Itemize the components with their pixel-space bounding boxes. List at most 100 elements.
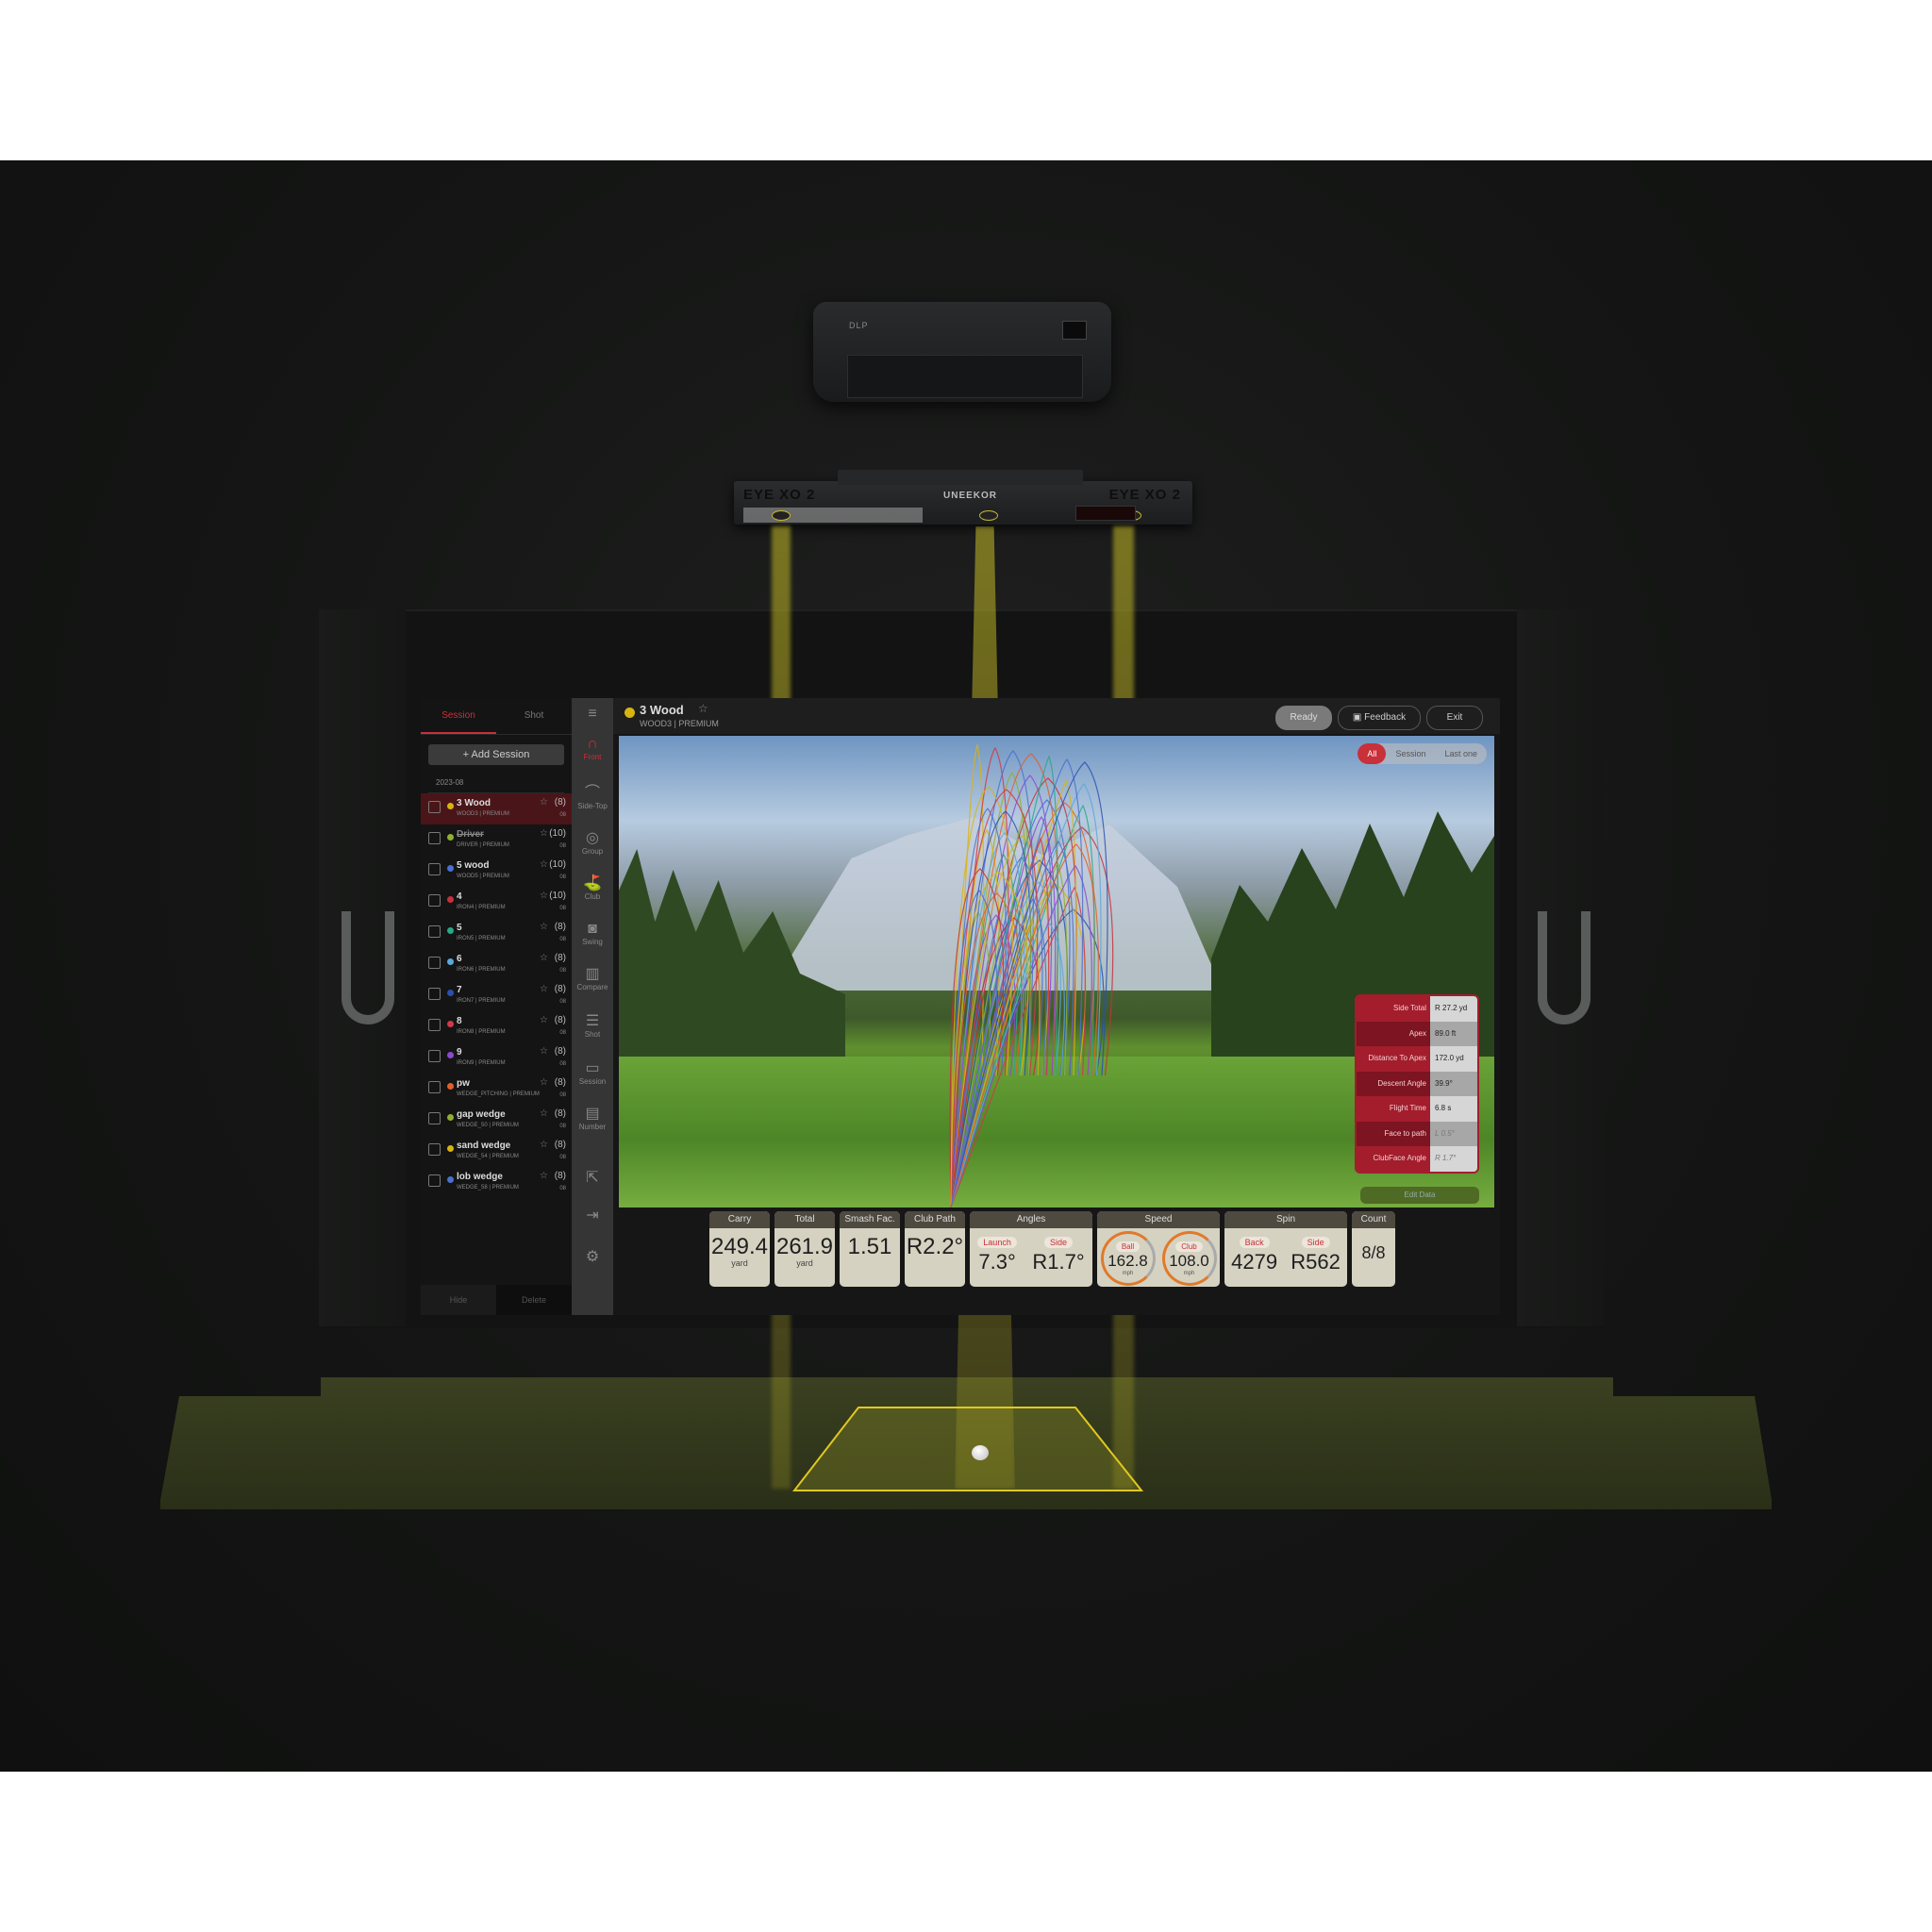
- rail-item-shot[interactable]: ☰ Shot: [572, 1013, 613, 1039]
- favorite-star-icon[interactable]: ☆: [540, 1015, 548, 1025]
- rail-item-side-top[interactable]: ⌒ Side-Top: [572, 785, 613, 810]
- club-subtitle: WOOD3 | PREMIUM: [640, 719, 719, 728]
- favorite-star-icon[interactable]: ☆: [540, 1077, 548, 1088]
- club-label: Club: [1175, 1241, 1203, 1252]
- rail-item-session[interactable]: ▭ Session: [572, 1060, 613, 1086]
- club-list-item[interactable]: 3 Wood WOOD3 | PREMIUM ☆ (8) 08: [421, 793, 572, 824]
- exit-button[interactable]: Exit: [1426, 706, 1483, 730]
- select-checkbox[interactable]: [428, 957, 441, 969]
- select-checkbox[interactable]: [428, 1143, 441, 1156]
- club-list-item[interactable]: 7 IRON7 | PREMIUM ☆ (8) 08: [421, 980, 572, 1011]
- rail-item-number[interactable]: ▤ Number: [572, 1106, 613, 1131]
- club-name: sand wedge: [457, 1141, 511, 1151]
- select-checkbox[interactable]: [428, 1019, 441, 1031]
- rail-item-export[interactable]: ⇱: [572, 1170, 613, 1187]
- select-checkbox[interactable]: [428, 832, 441, 844]
- shot-detail-row: Side Total R 27.2 yd: [1357, 996, 1477, 1022]
- mount-bracket: [838, 470, 1083, 485]
- club-list-item[interactable]: 9 IRON9 | PREMIUM ☆ (8) 08: [421, 1042, 572, 1074]
- count-value: 8/8: [1361, 1243, 1386, 1262]
- favorite-star-icon[interactable]: ☆: [540, 828, 548, 839]
- rail-item-club[interactable]: ⛳ Club: [572, 875, 613, 901]
- rail-item-import[interactable]: ⇥: [572, 1208, 613, 1224]
- ready-button[interactable]: Ready: [1275, 706, 1332, 730]
- favorite-star-icon[interactable]: ☆: [540, 1140, 548, 1150]
- rail-item-group[interactable]: ◎ Group: [572, 830, 613, 856]
- session-day: 08: [559, 968, 566, 974]
- metric-speed: Speed Ball 162.8 mph Club 108.0 mph: [1097, 1211, 1220, 1287]
- select-checkbox[interactable]: [428, 894, 441, 907]
- filter-session[interactable]: Session: [1386, 743, 1435, 764]
- club-list-item[interactable]: pw WEDGE_PITCHING | PREMIUM ☆ (8) 08: [421, 1074, 572, 1105]
- metric-angles: Angles Launch 7.3° Side R1.7°: [970, 1211, 1092, 1287]
- favorite-star-icon[interactable]: ☆: [540, 953, 548, 963]
- club-name: 8: [457, 1016, 462, 1026]
- select-checkbox[interactable]: [428, 1112, 441, 1124]
- rail-item-compare[interactable]: ▥ Compare: [572, 966, 613, 991]
- favorite-star-icon[interactable]: ☆: [540, 984, 548, 994]
- shot-count: (8): [554, 797, 566, 808]
- club-list-item[interactable]: 6 IRON6 | PREMIUM ☆ (8) 08: [421, 949, 572, 980]
- left-side-panel: [319, 609, 406, 1326]
- session-day: 08: [559, 874, 566, 880]
- select-checkbox[interactable]: [428, 1081, 441, 1093]
- detail-value: 39.9°: [1430, 1071, 1477, 1096]
- favorite-star-icon[interactable]: ☆: [540, 891, 548, 901]
- club-color-dot: [447, 896, 454, 903]
- favorite-star-icon[interactable]: ☆: [540, 859, 548, 870]
- feedback-button[interactable]: ▣ Feedback: [1338, 706, 1421, 730]
- rail-item-front[interactable]: ∩ Front: [572, 736, 613, 761]
- select-checkbox[interactable]: [428, 1050, 441, 1062]
- metrics-bar: Carry 249.4 yard Total 261.9 yard Smash …: [709, 1211, 1395, 1287]
- range-view[interactable]: All Session Last one Side Total R 27.2 yd…: [619, 736, 1494, 1208]
- favorite-star-icon[interactable]: ☆: [540, 797, 548, 808]
- select-checkbox[interactable]: [428, 1174, 441, 1187]
- club-name: 9: [457, 1047, 462, 1058]
- detail-label: Descent Angle: [1357, 1071, 1430, 1096]
- number-icon: ▤: [585, 1106, 600, 1122]
- side-angle-label: Side: [1044, 1237, 1074, 1248]
- detail-label: Distance To Apex: [1357, 1046, 1430, 1072]
- rail-label: Side-Top: [577, 802, 608, 810]
- club-list-item[interactable]: 4 IRON4 | PREMIUM ☆ (10) 08: [421, 887, 572, 918]
- filter-last-one[interactable]: Last one: [1435, 743, 1487, 764]
- metric-count: Count 8/8: [1352, 1211, 1395, 1287]
- club-list-item[interactable]: sand wedge WEDGE_54 | PREMIUM ☆ (8) 08: [421, 1136, 572, 1167]
- rail-label: Shot: [584, 1030, 601, 1039]
- club-speed-unit: mph: [1183, 1270, 1195, 1276]
- club-list-item[interactable]: 5 wood WOOD5 | PREMIUM ☆ (10) 08: [421, 856, 572, 887]
- club-list-item[interactable]: Driver DRIVER | PREMIUM ☆ (10) 08: [421, 824, 572, 856]
- rail-item-gear[interactable]: ⚙: [572, 1249, 613, 1266]
- club-list-item[interactable]: 5 IRON5 | PREMIUM ☆ (8) 08: [421, 918, 572, 949]
- tab-session[interactable]: Session: [421, 698, 496, 734]
- favorite-star-icon[interactable]: ☆: [540, 1171, 548, 1181]
- select-checkbox[interactable]: [428, 801, 441, 813]
- club-list-item[interactable]: lob wedge WEDGE_58 | PREMIUM ☆ (8) 08: [421, 1167, 572, 1198]
- rail-label: Club: [584, 892, 601, 901]
- favorite-star-icon[interactable]: ☆: [540, 922, 548, 932]
- club-color-dot: [447, 1176, 454, 1183]
- detail-label: Apex: [1357, 1021, 1430, 1046]
- rail-item-swing[interactable]: ◙ Swing: [572, 921, 613, 946]
- club-list-item[interactable]: gap wedge WEDGE_50 | PREMIUM ☆ (8) 08: [421, 1105, 572, 1136]
- shot-detail-row: Flight Time 6.8 s: [1357, 1096, 1477, 1122]
- club-color-dot: [625, 708, 635, 718]
- favorite-star-icon[interactable]: ☆: [540, 1046, 548, 1057]
- session-day: 08: [559, 1030, 566, 1036]
- select-checkbox[interactable]: [428, 863, 441, 875]
- golf-ball: [972, 1445, 989, 1460]
- detail-value: 6.8 s: [1430, 1096, 1477, 1122]
- select-checkbox[interactable]: [428, 988, 441, 1000]
- club-list-item[interactable]: 8 IRON8 | PREMIUM ☆ (8) 08: [421, 1011, 572, 1042]
- favorite-star-icon[interactable]: ☆: [698, 702, 708, 715]
- rail-item-menu[interactable]: ≡: [572, 706, 613, 723]
- favorite-star-icon[interactable]: ☆: [540, 1108, 548, 1119]
- select-checkbox[interactable]: [428, 925, 441, 938]
- delete-button[interactable]: Delete: [496, 1285, 572, 1315]
- total-value: 261.9: [775, 1234, 834, 1259]
- add-session-button[interactable]: + Add Session: [428, 744, 564, 765]
- hide-button[interactable]: Hide: [421, 1285, 496, 1315]
- edit-data-button[interactable]: Edit Data: [1360, 1187, 1479, 1204]
- filter-all[interactable]: All: [1357, 743, 1387, 764]
- tab-shot[interactable]: Shot: [496, 698, 572, 734]
